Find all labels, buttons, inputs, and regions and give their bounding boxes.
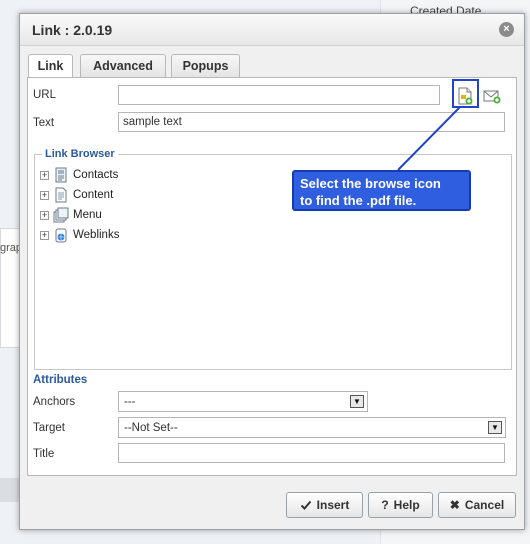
callout-pointer [397,106,461,171]
link-dialog: Link : 2.0.19 × Link Advanced Popups URL [19,13,525,530]
callout-line-2: to find the .pdf file. [300,193,417,208]
callout-line-1: Select the browse icon [300,176,441,191]
instruction-callout: Select the browse icon to find the .pdf … [292,170,471,211]
